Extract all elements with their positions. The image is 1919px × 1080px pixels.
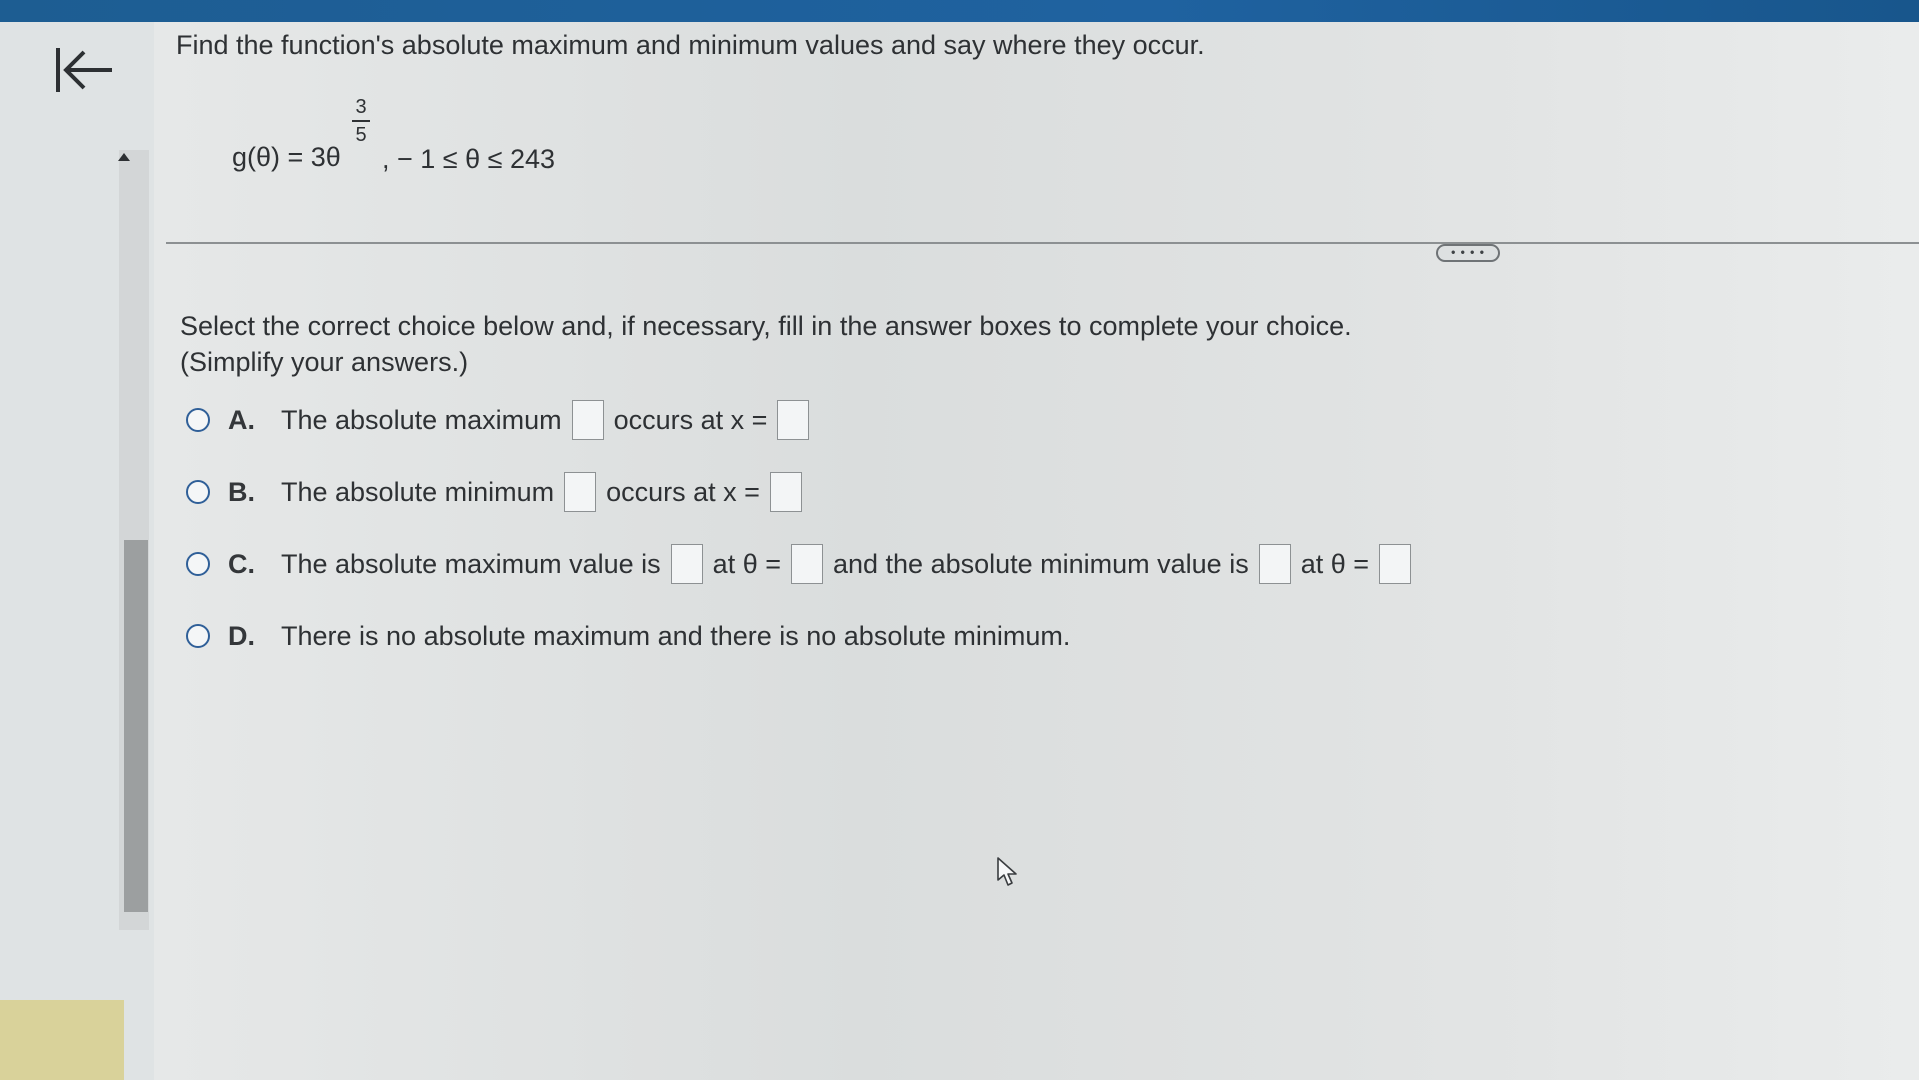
choice-b-text-1: The absolute minimum — [281, 476, 555, 507]
choice-b[interactable]: B. The absolute minimum occurs at x = — [186, 472, 812, 512]
choice-b-x-input[interactable] — [769, 472, 802, 512]
top-bar — [0, 0, 1919, 22]
choice-d[interactable]: D. There is no absolute maximum and ther… — [186, 616, 1070, 656]
choice-c-min-value-input[interactable] — [1258, 544, 1291, 584]
function-lhs: g(θ) = 3θ — [232, 142, 341, 172]
choice-a-text-1: The absolute maximum — [281, 404, 562, 435]
section-divider — [166, 242, 1919, 244]
choice-c-text-2: at θ = — [712, 548, 781, 579]
instructions-line-1: Select the correct choice below and, if … — [180, 311, 1352, 341]
choice-d-text-1: There is no absolute maximum and there i… — [281, 620, 1071, 651]
choice-c-max-value-input[interactable] — [670, 544, 703, 584]
back-to-start-icon[interactable] — [52, 42, 118, 98]
choice-c-min-theta-input[interactable] — [1379, 544, 1412, 584]
choice-b-min-value-input[interactable] — [564, 472, 597, 512]
choice-a[interactable]: A. The absolute maximum occurs at x = — [186, 400, 819, 440]
instructions-line-2: (Simplify your answers.) — [180, 347, 469, 377]
choice-d-letter: D. — [228, 620, 255, 651]
exponent-fraction: 3 5 — [350, 96, 372, 146]
exponent-numerator: 3 — [355, 96, 367, 118]
choice-d-radio[interactable] — [186, 624, 210, 648]
choice-a-text-2: occurs at x = — [613, 404, 768, 435]
choice-c-max-theta-input[interactable] — [790, 544, 823, 584]
exponent-denominator: 5 — [355, 123, 367, 146]
choice-b-letter: B. — [228, 476, 255, 507]
choice-c[interactable]: C. The absolute maximum value is at θ = … — [186, 544, 1421, 584]
function-domain: , − 1 ≤ θ ≤ 243 — [382, 144, 555, 174]
scroll-up-arrow-icon[interactable] — [114, 148, 134, 168]
choice-a-max-value-input[interactable] — [571, 400, 604, 440]
choice-a-letter: A. — [228, 404, 255, 435]
scrollbar-thumb[interactable] — [124, 540, 148, 912]
choice-c-text-3: and the absolute minimum value is — [832, 548, 1249, 579]
choice-b-radio[interactable] — [186, 480, 210, 504]
more-options-button[interactable]: • • • • — [1436, 244, 1500, 262]
choice-a-x-input[interactable] — [777, 400, 810, 440]
left-panel-accent — [0, 1000, 124, 1080]
choice-c-text-1: The absolute maximum value is — [281, 548, 661, 579]
choice-c-radio[interactable] — [186, 552, 210, 576]
choice-c-text-4: at θ = — [1300, 548, 1370, 579]
instructions: Select the correct choice below and, if … — [180, 308, 1352, 380]
fraction-bar — [352, 120, 370, 122]
choice-c-letter: C. — [228, 548, 255, 579]
mouse-pointer-icon — [996, 856, 1018, 888]
choice-a-radio[interactable] — [186, 408, 210, 432]
question-prompt: Find the function's absolute maximum and… — [176, 30, 1205, 60]
choice-b-text-2: occurs at x = — [606, 476, 760, 507]
